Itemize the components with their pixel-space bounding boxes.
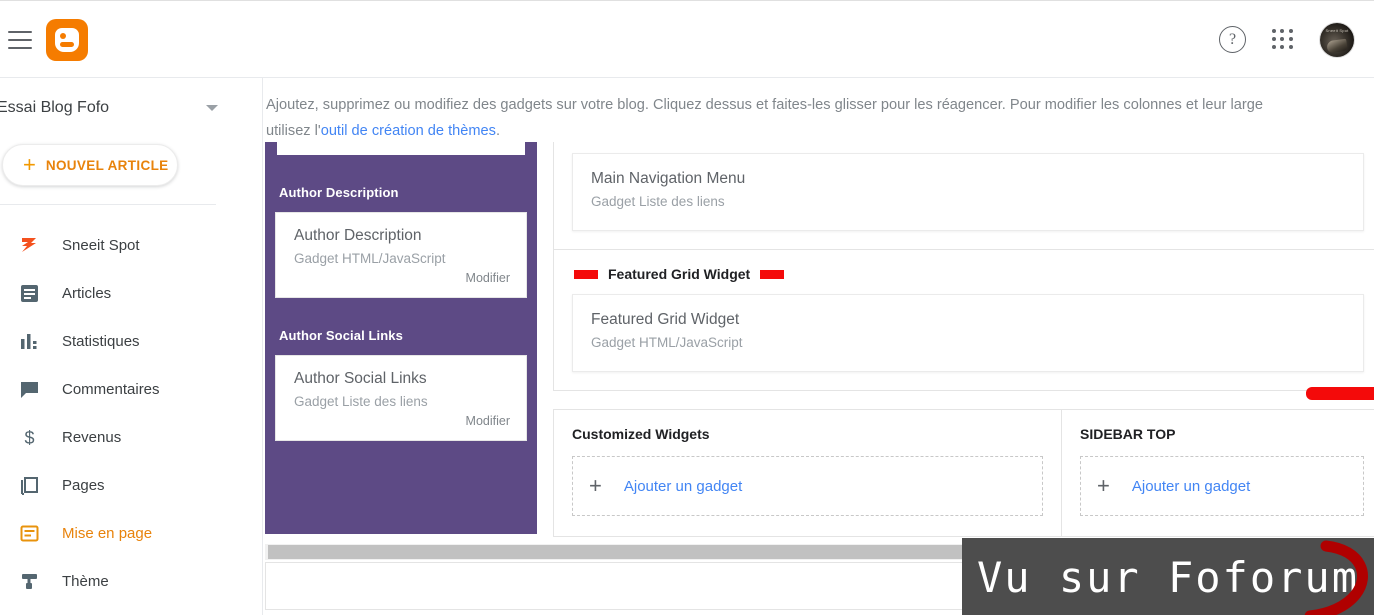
column-title: SIDEBAR TOP: [1080, 426, 1176, 442]
page-description-line2-prefix: utilisez l': [266, 123, 321, 139]
article-icon: [16, 280, 42, 306]
widget-section-title-row: Featured Grid Widget: [572, 266, 1364, 294]
gadget-name: Author Description: [294, 227, 422, 244]
preview-purple-column: Author Description Author Description Ga…: [265, 142, 537, 534]
apps-grid-icon[interactable]: [1272, 28, 1294, 51]
layout-icon: [16, 520, 42, 546]
column-title: Customized Widgets: [572, 426, 710, 442]
widget-regions: Main Navigation Menu Gadget Liste des li…: [553, 142, 1374, 537]
blog-name: Essai Blog Fofo: [0, 99, 110, 116]
gadget-type: Gadget Liste des liens: [591, 194, 725, 209]
chevron-down-icon: [206, 105, 218, 111]
svg-text:$: $: [24, 428, 34, 448]
sidebar-item-label: Statistiques: [62, 332, 140, 350]
widget-column-sidebar-top: SIDEBAR TOP + Ajouter un gadget: [1062, 409, 1374, 537]
gadget-name: Featured Grid Widget: [591, 311, 740, 328]
red-curved-arrow-icon: [1304, 540, 1368, 615]
edit-link[interactable]: Modifier: [466, 414, 510, 428]
preview-section-title: Author Description: [279, 185, 399, 200]
gadget-name: Main Navigation Menu: [591, 170, 746, 187]
red-annotation-mark-left: [574, 269, 598, 279]
add-gadget-button-customized[interactable]: + Ajouter un gadget: [572, 456, 1043, 516]
edit-link[interactable]: Modifier: [466, 271, 510, 285]
preview-card-partial: [277, 142, 525, 155]
gadget-type: Gadget HTML/JavaScript: [591, 335, 743, 350]
widget-section-featured-grid: Featured Grid Widget Featured Grid Widge…: [553, 250, 1374, 391]
widget-columns: Customized Widgets + Ajouter un gadget S…: [553, 409, 1374, 537]
red-annotation-mark-right: [760, 269, 785, 279]
new-post-button[interactable]: + NOUVEL ARTICLE: [2, 144, 178, 186]
widget-card-featured-grid-widget[interactable]: Featured Grid Widget Gadget HTML/JavaScr…: [572, 294, 1364, 372]
main-content: Ajoutez, supprimez ou modifiez des gadge…: [262, 78, 1374, 615]
gadget-type: Gadget Liste des liens: [294, 394, 428, 409]
new-post-label: NOUVEL ARTICLE: [45, 157, 169, 173]
gadget-type: Gadget HTML/JavaScript: [294, 251, 446, 266]
blogger-layout-page: ? Sneeit Spot Essai Blog Fofo + NOUVEL A…: [0, 0, 1374, 615]
widget-section-main-navigation: Main Navigation Menu Gadget Liste des li…: [553, 142, 1374, 250]
widget-card-main-navigation-menu[interactable]: Main Navigation Menu Gadget Liste des li…: [572, 153, 1364, 231]
sidebar-item-label: Commentaires: [62, 380, 160, 398]
blogger-logo-icon[interactable]: [46, 18, 88, 61]
sidebar-item-statistiques[interactable]: Statistiques: [0, 317, 262, 365]
preview-gadget-author-description[interactable]: Author Description Gadget HTML/JavaScrip…: [275, 212, 527, 298]
sidebar-item-articles[interactable]: Articles: [0, 269, 262, 317]
sidebar-item-sneeit-spot[interactable]: Sneeit Spot: [0, 221, 262, 269]
watermark-banner: Vu sur Foforum: [962, 538, 1374, 615]
sidebar-item-commentaires[interactable]: Commentaires: [0, 365, 262, 413]
sidebar-item-revenus[interactable]: $ Revenus: [0, 413, 262, 461]
stats-bar-icon: [16, 328, 42, 354]
sidebar-item-label: Mise en page: [62, 524, 153, 542]
pages-icon: [16, 472, 42, 498]
sidebar-item-label: Revenus: [62, 428, 122, 446]
sidebar-item-theme[interactable]: Thème: [0, 557, 262, 605]
page-description-line2-suffix: .: [495, 123, 500, 139]
sidebar-divider: [0, 204, 216, 205]
hamburger-icon[interactable]: [8, 30, 32, 49]
widget-column-customized-widgets: Customized Widgets + Ajouter un gadget: [553, 409, 1062, 537]
comment-icon: [16, 376, 42, 402]
sidebar-item-label: Sneeit Spot: [62, 236, 140, 254]
plus-icon: +: [1097, 473, 1110, 498]
theme-brush-icon: [16, 568, 42, 594]
sidebar-item-label: Thème: [62, 572, 109, 590]
add-gadget-button-sidebar-top[interactable]: + Ajouter un gadget: [1080, 456, 1364, 516]
sidebar-item-label: Pages: [62, 476, 105, 494]
sidebar: Essai Blog Fofo + NOUVEL ARTICLE Sneeit …: [0, 78, 262, 615]
add-gadget-label: Ajouter un gadget: [1131, 477, 1251, 495]
watermark-text: Vu sur Foforum: [976, 552, 1359, 602]
help-icon[interactable]: ?: [1219, 26, 1246, 53]
topbar-actions: ? Sneeit Spot: [1219, 22, 1374, 57]
avatar-label: Sneeit Spot: [1325, 27, 1349, 33]
sidebar-nav-list: Sneeit Spot Articles Statistiques Commen…: [0, 221, 262, 605]
page-description-line1: Ajoutez, supprimez ou modifiez des gadge…: [266, 97, 1263, 113]
help-glyph: ?: [1228, 30, 1237, 48]
red-annotation-underline: [1306, 387, 1374, 400]
blog-selector[interactable]: Essai Blog Fofo: [0, 86, 262, 130]
preview-gadget-author-social-links[interactable]: Author Social Links Gadget Liste des lie…: [275, 355, 527, 441]
sidebar-item-pages[interactable]: Pages: [0, 461, 262, 509]
add-gadget-label: Ajouter un gadget: [623, 477, 743, 495]
page-description: Ajoutez, supprimez ou modifiez des gadge…: [263, 78, 1374, 142]
sidebar-item-label: Articles: [62, 284, 112, 302]
sneeit-logo-icon: [16, 232, 42, 258]
preview-section-title: Author Social Links: [279, 328, 403, 343]
page-description-line2: utilisez l'outil de création de thèmes.: [266, 118, 1374, 142]
gadget-name: Author Social Links: [294, 370, 427, 387]
theme-designer-link[interactable]: outil de création de thèmes: [321, 123, 496, 139]
sidebar-item-mise-en-page[interactable]: Mise en page: [0, 509, 262, 557]
avatar[interactable]: Sneeit Spot: [1320, 22, 1354, 57]
top-app-bar: ? Sneeit Spot: [0, 2, 1374, 78]
plus-icon: +: [589, 473, 602, 498]
layout-canvas: Author Description Author Description Ga…: [263, 142, 1374, 544]
dollar-icon: $: [16, 424, 42, 450]
plus-icon: +: [23, 152, 36, 177]
widget-section-title: Featured Grid Widget: [608, 266, 751, 282]
